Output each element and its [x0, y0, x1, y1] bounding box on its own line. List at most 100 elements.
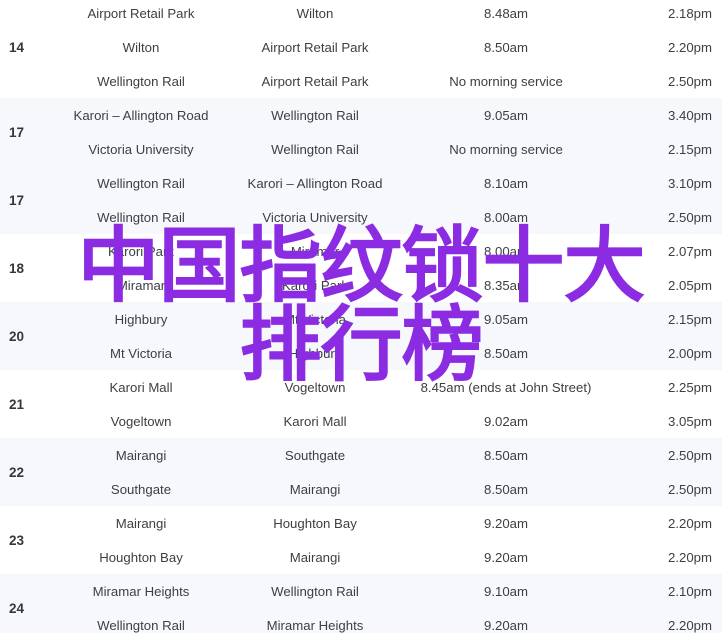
- morning-departure: 8.35am: [484, 277, 528, 293]
- origin-stop: Airport Retail Park: [87, 5, 195, 21]
- route-group: 14 Airport Retail Park Wilton 8.48am 2.18pm W…: [0, 0, 722, 98]
- table-row[interactable]: 17 Karori – Allington Road Wellington Rail…: [0, 98, 722, 140]
- destination-stop: Karori – Allington Road: [247, 175, 383, 191]
- origin-stop: Highbury: [114, 311, 168, 327]
- afternoon-departure: 2.20pm: [668, 515, 712, 531]
- origin-stop: Karori Mall: [109, 379, 173, 395]
- table-row[interactable]: 22 Mairangi Southgate 8.50am 2.50pm: [0, 438, 722, 480]
- afternoon-departure: 2.10pm: [668, 583, 712, 599]
- destination-stop: Miramar: [290, 243, 340, 259]
- afternoon-departure: 2.50pm: [668, 481, 712, 497]
- destination-stop: Miramar Heights: [266, 617, 364, 633]
- destination-stop: Southgate: [284, 447, 346, 463]
- afternoon-departure: 2.00pm: [668, 345, 712, 361]
- route-number: 17: [9, 124, 25, 140]
- destination-stop: Karori Mall: [283, 413, 347, 429]
- route-group: 24 Miramar Heights Wellington Rail 9.10am 2.…: [0, 574, 722, 633]
- origin-stop: Miramar: [116, 277, 166, 293]
- origin-stop: Wellington Rail: [97, 73, 185, 89]
- route-group: 21 Karori Mall Vogeltown 8.45am (ends at Jo…: [0, 370, 722, 438]
- table-row[interactable]: Wellington Rail Miramar Heights 9.20am 2.20…: [0, 608, 722, 633]
- afternoon-departure: 2.15pm: [668, 141, 712, 157]
- route-number: 14: [9, 39, 25, 55]
- table-row[interactable]: Mt Victoria Highbury 8.50am 2.00pm: [0, 336, 722, 370]
- origin-stop: Wellington Rail: [97, 175, 185, 191]
- table-row[interactable]: 20 Highbury Mt Victoria 9.05am 2.15pm: [0, 302, 722, 344]
- origin-stop: Vogeltown: [110, 413, 172, 429]
- route-number: 23: [9, 532, 25, 548]
- afternoon-departure: 2.50pm: [668, 73, 712, 89]
- morning-departure: 9.20am: [484, 617, 528, 633]
- route-group: 18 Karori Park Miramar 8.00am 2.07pm Miramar K…: [0, 234, 722, 302]
- afternoon-departure: 2.50pm: [668, 209, 712, 225]
- table-row[interactable]: Southgate Mairangi 8.50am 2.50pm: [0, 472, 722, 506]
- destination-stop: Houghton Bay: [273, 515, 357, 531]
- destination-stop: Wellington Rail: [271, 141, 359, 157]
- destination-stop: Mairangi: [289, 481, 341, 497]
- table-row[interactable]: 24 Miramar Heights Wellington Rail 9.10am 2.…: [0, 574, 722, 616]
- bus-timetable: 14 Airport Retail Park Wilton 8.48am 2.18pm W…: [0, 0, 722, 633]
- morning-departure: 8.50am: [484, 481, 528, 497]
- route-group: 17 Karori – Allington Road Wellington Rail…: [0, 98, 722, 166]
- table-row[interactable]: 17 Wellington Rail Karori – Allington Road…: [0, 166, 722, 208]
- destination-stop: Karori Park: [282, 277, 348, 293]
- afternoon-departure: 3.05pm: [668, 413, 712, 429]
- destination-stop: Airport Retail Park: [261, 39, 369, 55]
- table-row[interactable]: Miramar Karori Park 8.35am 2.05pm: [0, 268, 722, 302]
- table-row[interactable]: 14 Airport Retail Park Wilton 8.48am 2.18pm: [0, 0, 722, 55]
- afternoon-departure: 2.50pm: [668, 447, 712, 463]
- table-row[interactable]: Wellington Rail Airport Retail Park No mor…: [0, 64, 722, 98]
- table-row[interactable]: Wilton Airport Retail Park 8.50am 2.20pm: [0, 30, 722, 64]
- table-row[interactable]: Wellington Rail Victoria University 8.00am…: [0, 200, 722, 234]
- afternoon-departure: 2.18pm: [668, 5, 712, 21]
- route-group: 23 Mairangi Houghton Bay 9.20am 2.20pm Hought…: [0, 506, 722, 574]
- origin-stop: Miramar Heights: [92, 583, 190, 599]
- morning-departure: No morning service: [449, 73, 563, 89]
- destination-stop: Mt Victoria: [283, 311, 347, 327]
- route-number: 24: [9, 600, 25, 616]
- afternoon-departure: 2.25pm: [668, 379, 712, 395]
- route-number: 18: [9, 260, 25, 276]
- origin-stop: Victoria University: [88, 141, 194, 157]
- destination-stop: Wellington Rail: [271, 107, 359, 123]
- route-number: 20: [9, 328, 25, 344]
- origin-stop: Wellington Rail: [97, 209, 185, 225]
- origin-stop: Mt Victoria: [109, 345, 173, 361]
- afternoon-departure: 2.05pm: [668, 277, 712, 293]
- morning-departure: 9.10am: [484, 583, 528, 599]
- afternoon-departure: 2.07pm: [668, 243, 712, 259]
- origin-stop: Mairangi: [115, 515, 167, 531]
- morning-departure: 9.02am: [484, 413, 528, 429]
- origin-stop: Mairangi: [115, 447, 167, 463]
- morning-departure: 8.10am: [484, 175, 528, 191]
- timetable-container: 14 Airport Retail Park Wilton 8.48am 2.18pm W…: [0, 0, 722, 633]
- route-group: 17 Wellington Rail Karori – Allington Road…: [0, 166, 722, 234]
- morning-departure: 8.00am: [484, 209, 528, 225]
- origin-stop: Southgate: [110, 481, 172, 497]
- table-row[interactable]: 18 Karori Park Miramar 8.00am 2.07pm: [0, 234, 722, 276]
- afternoon-departure: 2.20pm: [668, 617, 712, 633]
- morning-departure: 8.50am: [484, 39, 528, 55]
- morning-departure: 9.20am: [484, 549, 528, 565]
- origin-stop: Karori Park: [108, 243, 174, 259]
- morning-departure: 8.45am (ends at John Street): [420, 379, 592, 395]
- morning-departure: 8.50am: [484, 345, 528, 361]
- morning-departure: 9.05am: [484, 311, 528, 327]
- table-row[interactable]: 21 Karori Mall Vogeltown 8.45am (ends at Jo…: [0, 370, 722, 412]
- morning-departure: 8.50am: [484, 447, 528, 463]
- destination-stop: Vogeltown: [284, 379, 346, 395]
- route-group: 20 Highbury Mt Victoria 9.05am 2.15pm Mt Vict…: [0, 302, 722, 370]
- destination-stop: Victoria University: [262, 209, 368, 225]
- afternoon-departure: 3.10pm: [668, 175, 712, 191]
- destination-stop: Wilton: [296, 5, 334, 21]
- table-row[interactable]: 23 Mairangi Houghton Bay 9.20am 2.20pm: [0, 506, 722, 548]
- table-row[interactable]: Victoria University Wellington Rail No mor…: [0, 132, 722, 166]
- morning-departure: 8.48am: [484, 5, 528, 21]
- route-number: 21: [9, 396, 25, 412]
- table-row[interactable]: Houghton Bay Mairangi 9.20am 2.20pm: [0, 540, 722, 574]
- origin-stop: Houghton Bay: [99, 549, 183, 565]
- route-number: 17: [9, 192, 25, 208]
- table-row[interactable]: Vogeltown Karori Mall 9.02am 3.05pm: [0, 404, 722, 438]
- afternoon-departure: 3.40pm: [668, 107, 712, 123]
- origin-stop: Karori – Allington Road: [73, 107, 209, 123]
